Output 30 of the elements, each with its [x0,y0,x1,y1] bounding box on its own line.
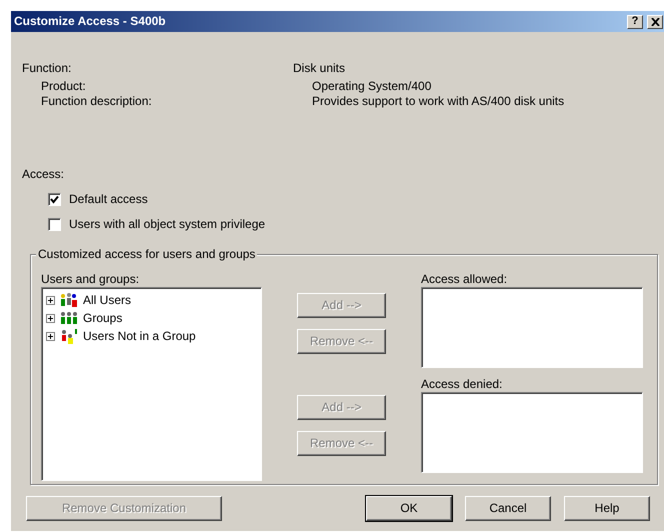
expander-icon[interactable] [46,296,55,304]
checkbox-label: Default access [69,192,148,207]
group-icon [59,310,79,326]
field-label: Function description: [41,94,152,108]
list-label: Users and groups: [41,272,140,287]
ok-button[interactable]: OK [366,496,452,521]
tree-item[interactable]: All Users [83,292,132,308]
window-title: Customize Access - S400b [14,14,166,29]
users-icon [59,292,79,308]
checkbox-label: Users with all object system privilege [69,217,266,232]
section-label: Access: [22,167,66,182]
help-button[interactable]: Help [564,496,650,521]
field-value: Operating System/400 [312,79,432,93]
field-value: Provides support to work with AS/400 disk units [312,94,564,108]
tree-item[interactable]: Groups [83,310,122,326]
expander-icon[interactable] [46,332,55,340]
group-title: Customized access for users and groups [36,247,258,262]
field-value: Disk units [293,61,346,75]
field-label: Function: [22,61,72,75]
expander-icon[interactable] [46,314,55,322]
field-label: Product: [41,79,86,93]
help-button[interactable]: ? [627,14,643,28]
checkbox[interactable] [48,218,61,231]
tree-item[interactable]: Users Not in a Group [83,328,196,344]
checkbox[interactable] [48,193,61,206]
user-pair-icon [59,328,79,344]
close-icon[interactable] [647,14,663,28]
list-label: Access allowed: [421,272,508,287]
list-label: Access denied: [421,377,504,392]
cancel-button[interactable]: Cancel [465,496,551,521]
